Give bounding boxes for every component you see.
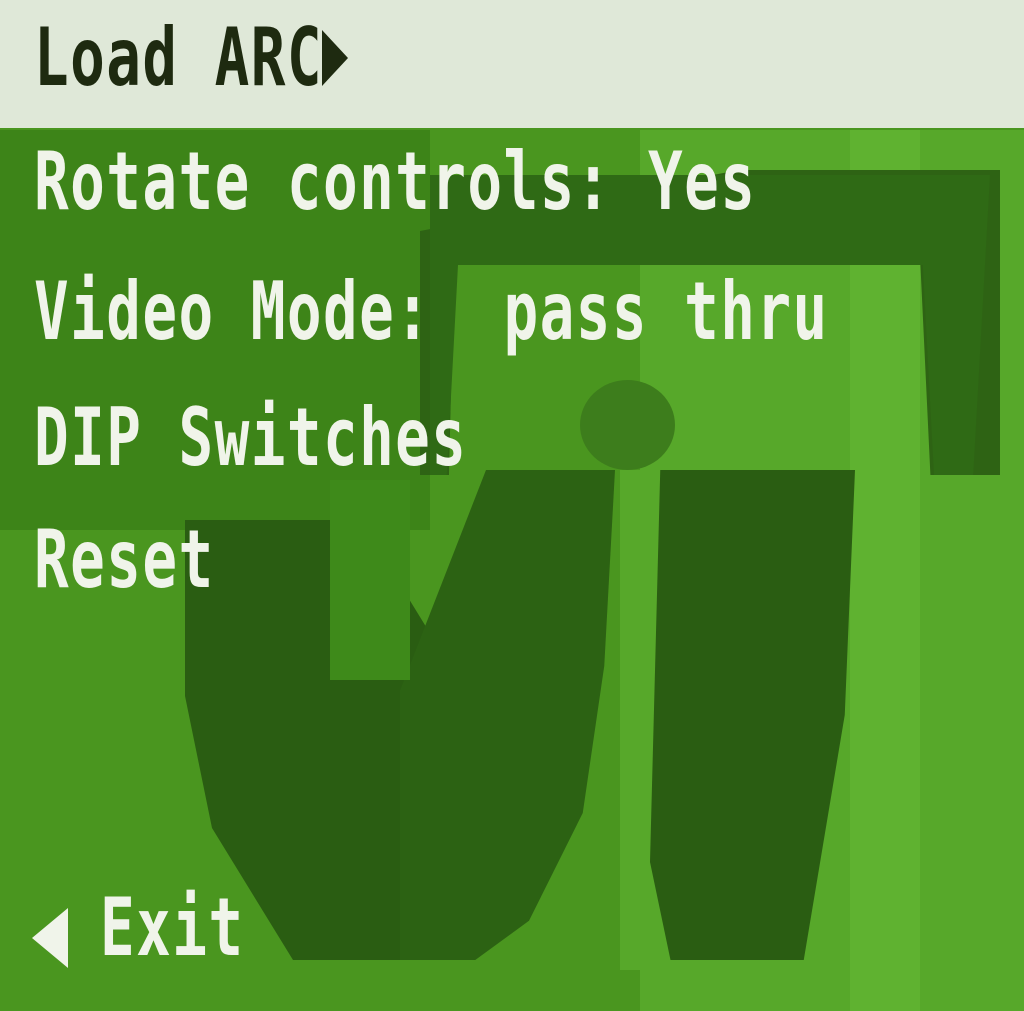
logo-ring [580, 380, 675, 470]
menu-item-video-mode[interactable]: Video Mode: pass thru [34, 272, 829, 352]
menu-item-reset[interactable]: Reset [34, 520, 215, 600]
menu-item-rotate-controls[interactable]: Rotate controls: Yes [34, 142, 756, 222]
menu-item-exit[interactable]: Exit [100, 888, 244, 968]
menu-item-dip-switches[interactable]: DIP Switches [34, 398, 467, 478]
right-triangle-icon [322, 30, 348, 86]
left-triangle-icon [32, 908, 68, 968]
logo-shape [330, 480, 410, 680]
osd-screen: Load ARC Rotate controls: Yes Video Mode… [0, 0, 1024, 1011]
menu-title-bar[interactable]: Load ARC [0, 0, 1024, 128]
menu-title: Load ARC [34, 11, 323, 104]
logo-shape [400, 470, 615, 960]
